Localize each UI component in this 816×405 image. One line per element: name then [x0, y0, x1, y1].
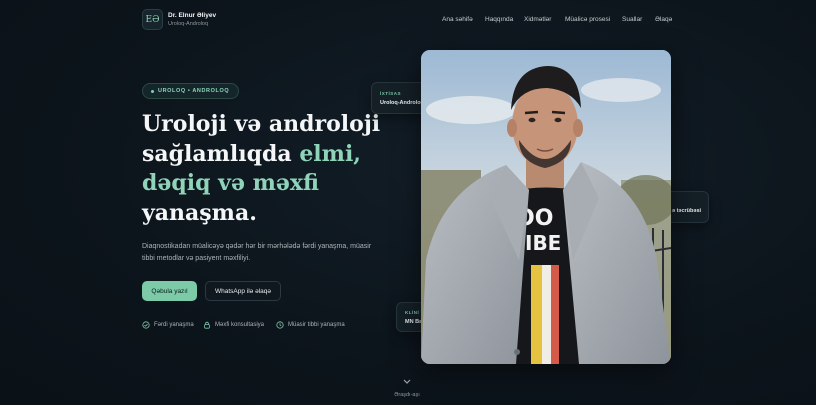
headline-line-2: sağlamlıqda: [142, 140, 300, 167]
card-kicker: İXTİSAS: [380, 91, 402, 96]
logo-monogram[interactable]: EƏ: [142, 9, 163, 30]
card-value: Uroloq-Androloq: [380, 100, 424, 106]
shirt-print-2: IBE: [525, 231, 561, 255]
nav-link-contact[interactable]: Əlaqə: [655, 16, 672, 23]
doctor-portrait-illustration: OO IBE: [421, 50, 671, 364]
clock-icon: [276, 321, 284, 329]
headline-accent-1: elmi,: [299, 140, 361, 167]
hero-headline: Uroloji və androloji sağlamlıqda elmi, d…: [142, 110, 382, 228]
card-value: ə təcrübəsi: [672, 208, 702, 214]
nav-link-faq[interactable]: Suallar: [622, 16, 642, 23]
feature-label: Fərdi yanaşma: [154, 322, 194, 328]
feature-label: Məxfi konsultasiya: [215, 322, 265, 328]
badge-dot-icon: [151, 89, 154, 93]
headline-line-4: yanaşma.: [142, 199, 257, 226]
card-value: MN Bə: [405, 319, 423, 325]
brand-name[interactable]: Dr. Elnur Əliyev: [168, 12, 216, 19]
nav-link-services[interactable]: Xidmətlər: [524, 16, 551, 23]
lock-icon: [204, 321, 210, 329]
feature-modern: Müasir tibbi yanaşma: [276, 321, 345, 329]
chevron-down-icon: [403, 379, 411, 384]
nav-link-home[interactable]: Ana səhifə: [442, 16, 473, 23]
feature-label: Müasir tibbi yanaşma: [288, 322, 345, 328]
badge-label: UROLOQ • ANDROLOQ: [158, 88, 230, 94]
check-circle-icon: [142, 321, 150, 329]
hero-description: Diaqnostikadan müalicəyə qədər hər bir m…: [142, 243, 372, 262]
nav-link-about[interactable]: Haqqında: [485, 16, 513, 23]
headline-accent-2: dəqiq və məxfi: [142, 170, 319, 196]
scroll-down-hint[interactable]: Əraşdı-aşı: [394, 372, 420, 398]
scroll-label: Əraşdı-aşı: [394, 392, 420, 398]
book-appointment-button[interactable]: Qəbula yazıl: [142, 281, 197, 301]
specialty-card: İXTİSAS Uroloq-Androloq: [371, 82, 427, 114]
card-kicker: KLİNİ: [405, 310, 420, 315]
whatsapp-contact-button[interactable]: WhatsApp ilə əlaqə: [205, 281, 281, 301]
feature-confidential: Məxfi konsultasiya: [203, 321, 264, 329]
headline-line-1: Uroloji və androloji: [142, 111, 381, 137]
specialty-badge: UROLOQ • ANDROLOQ: [142, 83, 240, 99]
feature-individual: Fərdi yanaşma: [142, 321, 194, 329]
brand-subtitle: Uroloq-Androloq: [168, 21, 209, 27]
nav-link-treatment-process[interactable]: Müalicə prosesi: [565, 16, 610, 23]
doctor-photo: OO IBE: [421, 50, 671, 364]
